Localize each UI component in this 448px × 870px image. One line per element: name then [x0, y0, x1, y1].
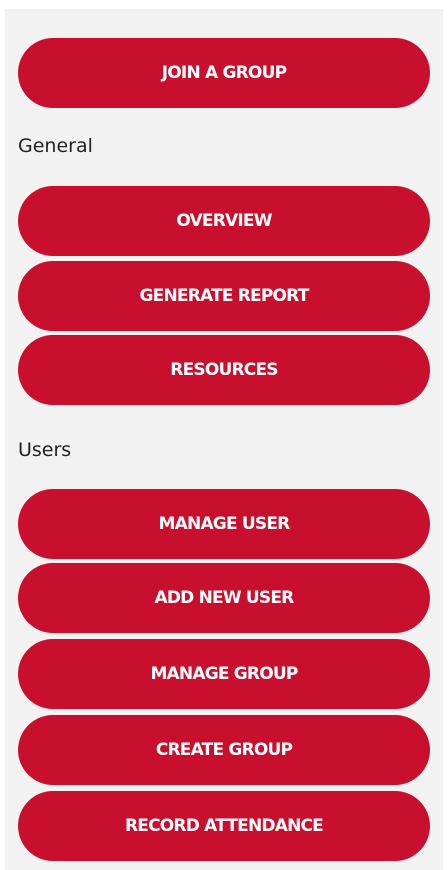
manage-user-button[interactable]: MANAGE USER: [18, 489, 430, 559]
add-new-user-button[interactable]: ADD NEW USER: [18, 563, 430, 633]
overview-button[interactable]: OVERVIEW: [18, 186, 430, 256]
join-group-button[interactable]: JOIN A GROUP: [18, 38, 430, 108]
resources-button[interactable]: RESOURCES: [18, 335, 430, 405]
manage-group-button[interactable]: MANAGE GROUP: [18, 639, 430, 709]
sidebar-menu: JOIN A GROUP General OVERVIEW GENERATE R…: [5, 9, 443, 870]
section-heading-general: General: [18, 135, 93, 157]
record-attendance-button[interactable]: RECORD ATTENDANCE: [18, 791, 430, 861]
generate-report-button[interactable]: GENERATE REPORT: [18, 261, 430, 331]
section-heading-users: Users: [18, 439, 72, 461]
create-group-button[interactable]: CREATE GROUP: [18, 715, 430, 785]
